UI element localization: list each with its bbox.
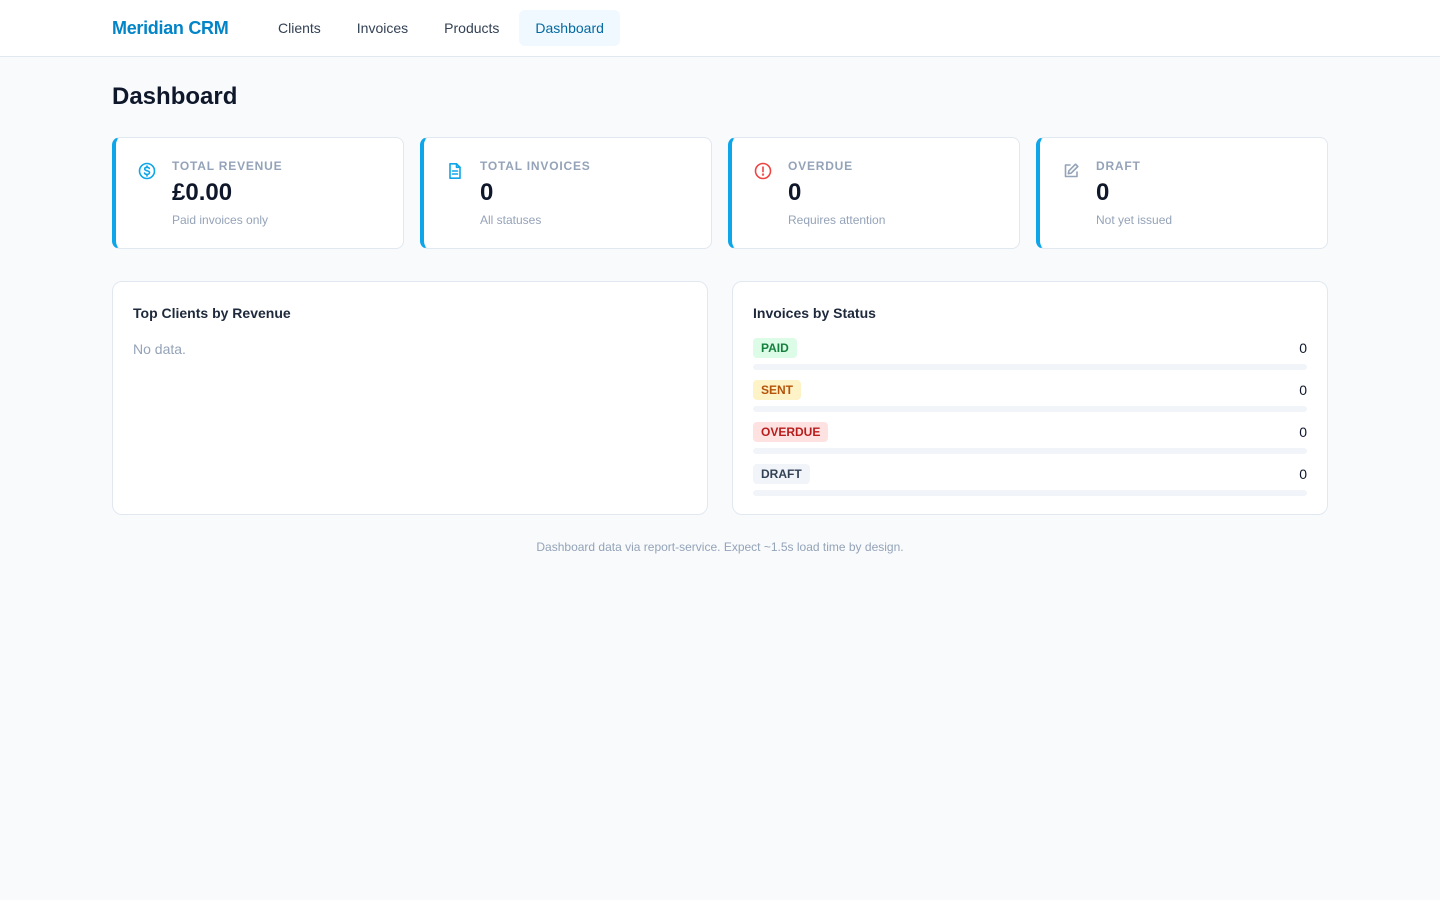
status-count: 0: [1299, 340, 1307, 356]
status-row-sent: SENT 0: [753, 380, 1307, 422]
panel-title: Top Clients by Revenue: [133, 305, 291, 321]
status-count: 0: [1299, 466, 1307, 482]
nav-item-dashboard[interactable]: Dashboard: [519, 10, 620, 46]
status-count: 0: [1299, 424, 1307, 440]
invoices-by-status-panel: Invoices by Status PAID 0 SENT 0 OVERDUE…: [732, 281, 1328, 515]
stat-label: TOTAL REVENUE: [172, 159, 283, 173]
stat-subtext: All statuses: [480, 213, 542, 227]
edit-icon: [1061, 161, 1081, 181]
stat-value: 0: [480, 179, 494, 206]
document-icon: [445, 161, 465, 181]
stat-card-total-invoices: TOTAL INVOICES 0 All statuses: [420, 137, 712, 249]
stat-value: 0: [1096, 179, 1110, 206]
status-bar-track: [753, 490, 1307, 496]
stat-label: OVERDUE: [788, 159, 853, 173]
status-bar-track: [753, 406, 1307, 412]
empty-state-text: No data.: [133, 341, 186, 357]
stat-label: TOTAL INVOICES: [480, 159, 591, 173]
stat-cards: TOTAL REVENUE £0.00 Paid invoices only T…: [112, 137, 1328, 249]
stat-value: 0: [788, 179, 802, 206]
panel-title: Invoices by Status: [753, 305, 876, 321]
stat-card-overdue: OVERDUE 0 Requires attention: [728, 137, 1020, 249]
alert-circle-icon: [753, 161, 773, 181]
stat-value: £0.00: [172, 179, 233, 206]
stat-subtext: Requires attention: [788, 213, 886, 227]
status-bar-track: [753, 364, 1307, 370]
nav-item-invoices[interactable]: Invoices: [341, 10, 424, 46]
brand-logo[interactable]: Meridian CRM: [112, 17, 229, 39]
nav-item-clients[interactable]: Clients: [262, 10, 337, 46]
status-bar-track: [753, 448, 1307, 454]
status-badge: OVERDUE: [753, 422, 829, 442]
top-navigation-bar: Meridian CRM Clients Invoices Products D…: [0, 0, 1440, 57]
stat-subtext: Not yet issued: [1096, 213, 1173, 227]
stat-subtext: Paid invoices only: [172, 213, 269, 227]
nav-item-products[interactable]: Products: [428, 10, 515, 46]
status-badge: DRAFT: [753, 464, 810, 484]
status-row-overdue: OVERDUE 0: [753, 422, 1307, 464]
top-clients-panel: Top Clients by Revenue No data.: [112, 281, 708, 515]
status-badge: SENT: [753, 380, 802, 400]
stat-card-total-revenue: TOTAL REVENUE £0.00 Paid invoices only: [112, 137, 404, 249]
main-nav: Clients Invoices Products Dashboard: [262, 10, 620, 46]
footer-note: Dashboard data via report-service. Expec…: [536, 540, 904, 554]
stat-label: DRAFT: [1096, 159, 1141, 173]
status-badge: PAID: [753, 338, 797, 358]
stat-card-draft: DRAFT 0 Not yet issued: [1036, 137, 1328, 249]
dollar-circle-icon: [137, 161, 157, 181]
status-row-paid: PAID 0: [753, 338, 1307, 380]
status-row-draft: DRAFT 0: [753, 464, 1307, 506]
status-count: 0: [1299, 382, 1307, 398]
page-title: Dashboard: [112, 83, 238, 110]
